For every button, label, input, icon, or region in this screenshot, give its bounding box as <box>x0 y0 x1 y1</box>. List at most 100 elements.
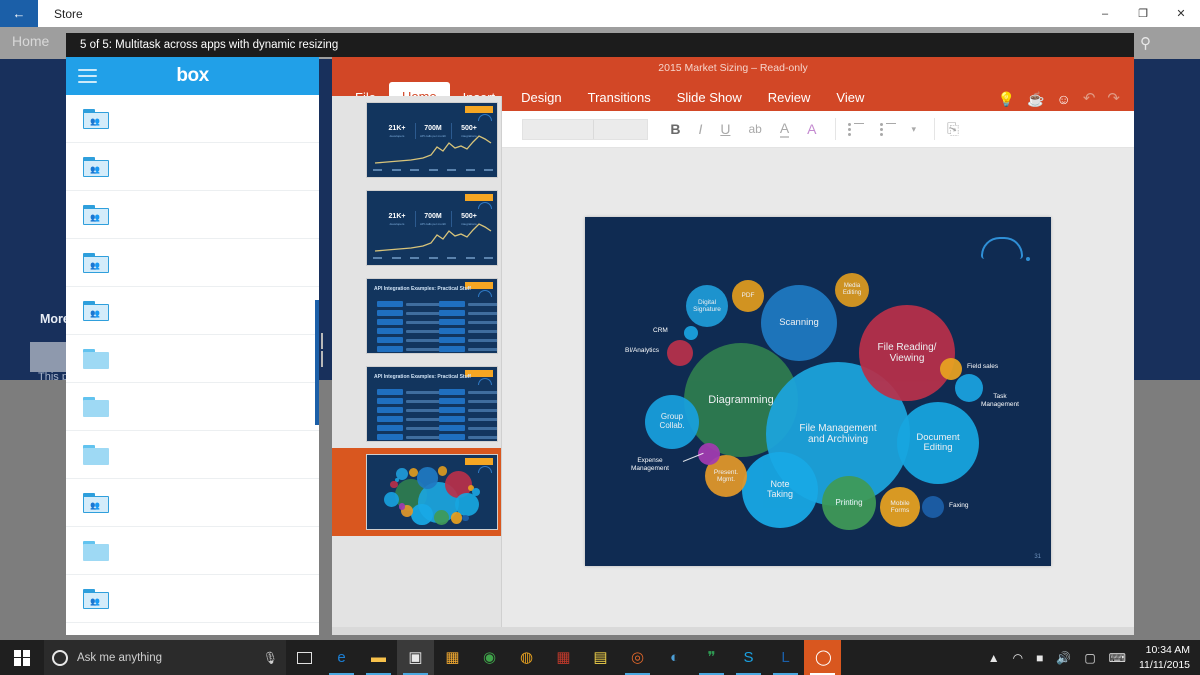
chrome-icon[interactable]: ◉ <box>471 640 508 675</box>
tab-design[interactable]: Design <box>508 84 574 111</box>
volume-icon[interactable]: 🔊 <box>1056 651 1071 665</box>
notes-icon[interactable]: ▤ <box>582 640 619 675</box>
bubble-label: Document Editing <box>916 431 960 453</box>
current-slide[interactable]: 31 Diagramming File Management and Archiv… <box>585 217 1051 566</box>
cortana-app-icon[interactable]: ◯ <box>804 640 841 675</box>
store-icon[interactable]: ▣ <box>397 640 434 675</box>
font-name-input[interactable] <box>523 120 593 139</box>
taskbar-app-buttons[interactable]: e ▬ ▣ ▦ ◉ ◍ ▦ ▤ ◎ ◐ ❞ S L ◯ <box>323 640 841 675</box>
box-app-window: box 👥 👥 👥 👥 👥 👥 👥 <box>66 57 319 635</box>
calculator-icon[interactable]: ▦ <box>434 640 471 675</box>
slide-thumbnail-image[interactable]: 21K+ developers 700M API calls per month 500… <box>366 190 498 266</box>
list-item[interactable] <box>66 431 319 479</box>
chevron-down-icon[interactable]: ▾ <box>912 124 917 135</box>
list-item[interactable]: 👥 <box>66 143 319 191</box>
list-item[interactable] <box>66 527 319 575</box>
show-hidden-icon[interactable]: ▲ <box>988 651 1000 665</box>
slide-number <box>336 278 366 282</box>
microphone-icon[interactable]: 🎙 <box>263 651 278 665</box>
ppt-status-strip <box>332 627 1134 635</box>
thumb-text-line <box>468 391 497 394</box>
presenter-icon[interactable]: ☕ <box>1027 92 1044 106</box>
list-item[interactable] <box>66 335 319 383</box>
box-file-list[interactable]: 👥 👥 👥 👥 👥 👥 👥 <box>66 95 319 635</box>
slide-thumbnail-panel[interactable]: 21K+ developers 700M API calls per month 500… <box>332 96 502 635</box>
slide-thumbnail[interactable]: API Integration Examples: Practical Stuf… <box>332 360 501 448</box>
slide-thumbnail-image[interactable]: API Integration Examples: Practical Stuf… <box>366 278 498 354</box>
font-size-input[interactable] <box>593 119 647 139</box>
maximize-button[interactable]: ❐ <box>1124 0 1162 27</box>
list-item[interactable]: 👥 <box>66 479 319 527</box>
redo-icon[interactable]: ↷ <box>1107 91 1120 106</box>
hamburger-menu-icon[interactable] <box>78 69 97 83</box>
safari-icon-glyph: ◐ <box>669 649 680 666</box>
lightbulb-icon[interactable]: 💡 <box>998 92 1015 106</box>
safari-icon[interactable]: ◐ <box>656 640 693 675</box>
list-item[interactable]: 👥 <box>66 239 319 287</box>
shared-folder-icon: 👥 <box>82 587 112 611</box>
window-title: Store <box>54 6 83 21</box>
windows-start-icon[interactable] <box>0 640 44 675</box>
undo-icon[interactable]: ↶ <box>1083 91 1096 106</box>
store-nav-home[interactable]: Home <box>12 33 49 49</box>
thumb-axis <box>373 169 493 171</box>
list-item[interactable]: 👥 <box>66 287 319 335</box>
numbered-list-icon[interactable] <box>879 122 896 136</box>
hangouts-icon[interactable]: ❞ <box>693 640 730 675</box>
slide-thumbnail[interactable]: 21K+ developers 700M API calls per month 500… <box>332 96 501 184</box>
task-view-icon[interactable] <box>286 640 323 675</box>
slide-thumbnail-image[interactable] <box>366 454 498 530</box>
list-item[interactable]: 👥 <box>66 575 319 623</box>
grid-app-icon[interactable]: ▦ <box>545 640 582 675</box>
slide-thumbnail[interactable]: API Integration Examples: Practical Stuf… <box>332 272 501 360</box>
list-item[interactable]: 👥 <box>66 191 319 239</box>
share-person-icon[interactable]: ☺ <box>1057 92 1071 106</box>
tab-slide-show[interactable]: Slide Show <box>664 84 755 111</box>
snap-resize-handle[interactable] <box>319 330 325 370</box>
skype-icon-glyph: S <box>743 649 754 666</box>
list-item[interactable]: 👥 <box>66 95 319 143</box>
bulleted-list-icon[interactable] <box>847 122 864 136</box>
outlook-icon[interactable]: L <box>767 640 804 675</box>
slide-thumbnail[interactable]: 21K+ developers 700M API calls per month 500… <box>332 184 501 272</box>
tab-view[interactable]: View <box>823 84 877 111</box>
file-explorer-icon[interactable]: ▬ <box>360 640 397 675</box>
slide-thumbnail-image[interactable]: API Integration Examples: Practical Stuf… <box>366 366 498 442</box>
firefox-icon[interactable]: ◎ <box>619 640 656 675</box>
action-center-icon[interactable]: ▢ <box>1084 651 1095 665</box>
slide-thumbnail[interactable] <box>332 448 501 536</box>
search-icon[interactable]: ⚲ <box>1140 34 1151 52</box>
back-arrow-icon[interactable]: ← <box>0 0 38 27</box>
cloud-icon <box>478 466 492 473</box>
tab-transitions[interactable]: Transitions <box>575 84 664 111</box>
clear-formatting-button[interactable]: A <box>807 121 816 137</box>
wifi-icon[interactable]: ◠ <box>1013 651 1023 665</box>
taskbar-clock[interactable]: 10:34 AM 11/11/2015 <box>1139 643 1190 671</box>
notes-icon-glyph: ▤ <box>593 649 608 666</box>
battery-icon[interactable]: ■ <box>1036 651 1043 665</box>
italic-button[interactable]: I <box>698 121 702 137</box>
slide-thumbnail-image[interactable]: 21K+ developers 700M API calls per month 500… <box>366 102 498 178</box>
keyboard-icon[interactable]: ⌨ <box>1109 651 1126 665</box>
thumb-cell <box>377 301 403 307</box>
edge-icon[interactable]: e <box>323 640 360 675</box>
thumb-cell <box>439 346 465 352</box>
skype-icon[interactable]: S <box>730 640 767 675</box>
bubble-callout-label: Field sales <box>967 363 999 370</box>
thumb-axis <box>373 257 493 259</box>
minimize-button[interactable]: – <box>1086 0 1124 27</box>
strikethrough-button[interactable]: ab <box>748 122 761 136</box>
shapes-icon[interactable]: ⎘ <box>947 121 959 138</box>
close-button[interactable]: ✕ <box>1162 0 1200 27</box>
font-color-button[interactable]: A <box>779 120 790 138</box>
bold-button[interactable]: B <box>670 121 680 137</box>
firefox-alt-icon[interactable]: ◍ <box>508 640 545 675</box>
font-name-and-size-box[interactable] <box>522 118 649 140</box>
tab-review[interactable]: Review <box>755 84 824 111</box>
underline-button[interactable]: U <box>720 121 730 137</box>
list-item[interactable] <box>66 383 319 431</box>
bubble-label: Present. Mgmt. <box>713 468 739 483</box>
search-input[interactable]: Ask me anything 🎙 <box>44 640 286 675</box>
bubble-label: Printing <box>835 497 863 507</box>
slide-editing-area: 31 Diagramming File Management and Archiv… <box>502 148 1134 635</box>
